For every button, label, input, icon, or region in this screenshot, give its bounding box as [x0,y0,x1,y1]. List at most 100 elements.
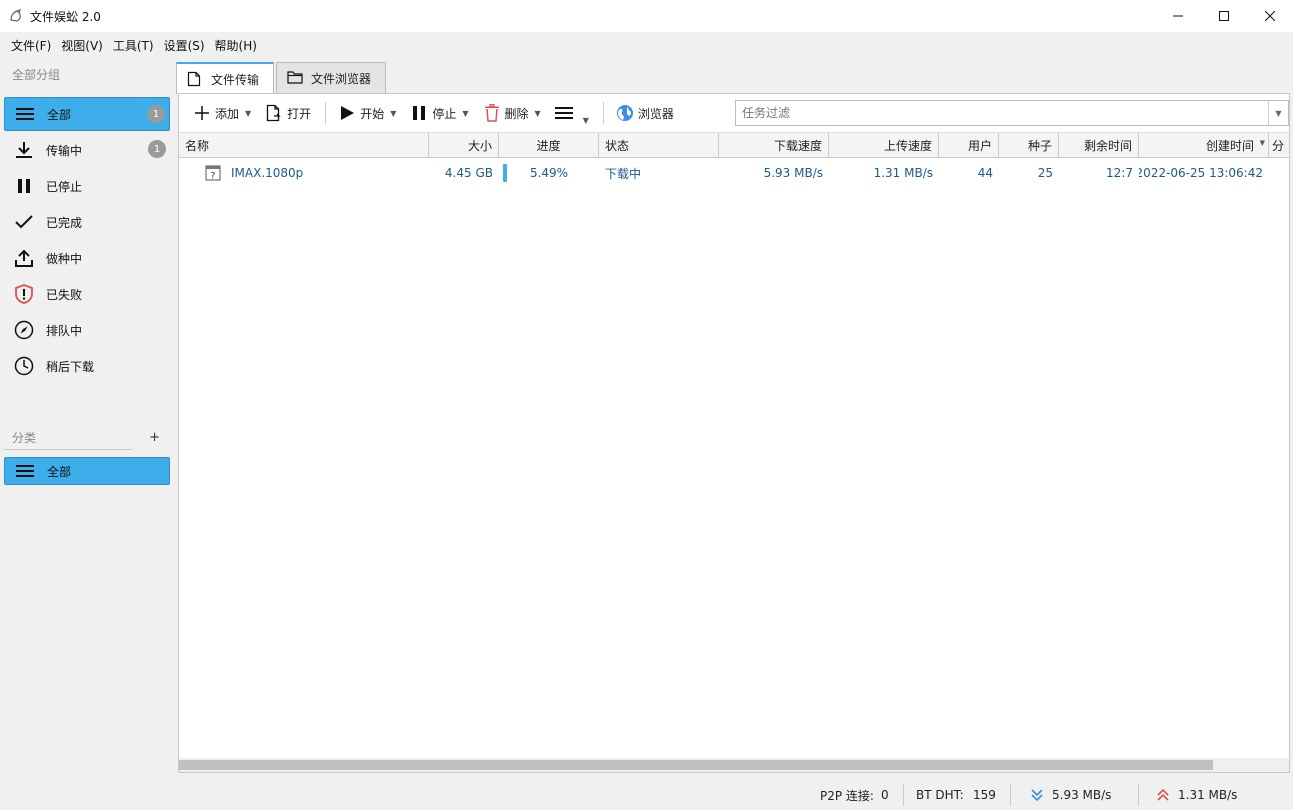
pause-icon [410,104,428,122]
task-filter-input[interactable] [736,106,1268,120]
cell-name: ? IMAX.1080p [199,160,429,186]
chevron-down-icon[interactable]: ▼ [1268,101,1288,125]
app-logo-icon [8,8,24,24]
title-bar: 文件娱蚣 2.0 [0,0,1293,32]
sort-desc-icon: ▼ [1259,139,1265,147]
cell-status: 下载中 [605,166,642,181]
list-icon [15,104,35,124]
cell-seeds: 25 [1037,166,1053,180]
compass-icon [14,320,34,340]
sidebar-item-label: 排队中 [46,323,83,338]
globe-icon [616,104,634,122]
tab-bar: 文件传输 文件浏览器 [176,62,388,94]
toolbar: 添加 ▼ 打开 开始 ▼ 停止 ▼ 删除 ▼ ▼ 浏览器 任务过滤 ▼ [179,94,1289,132]
download-icon [14,140,34,160]
chevron-down-icon[interactable]: ▼ [390,109,396,118]
column-header-seeds[interactable]: 种子 [999,133,1059,158]
horizontal-scrollbar[interactable] [179,758,1289,772]
upload-speed: 1.31 MB/s [1178,788,1238,802]
download-speed-icon [1030,780,1044,810]
add-label: 添加 [215,106,240,121]
trash-icon [483,104,501,122]
tab-label: 文件浏览器 [311,71,372,86]
check-icon [14,212,34,232]
stop-label: 停止 [432,106,457,121]
column-header-users[interactable]: 用户 [939,133,999,158]
count-badge: 1 [147,105,165,123]
menu-file[interactable]: 文件(F) [6,37,56,54]
sidebar-item-failed[interactable]: 已失败 [4,277,170,311]
pause-icon [14,176,34,196]
menu-tools[interactable]: 工具(T) [108,37,159,54]
column-header-name[interactable]: 名称 [179,133,429,158]
tab-label: 文件传输 [211,72,260,87]
plus-icon [193,104,211,122]
open-file-icon [265,104,283,122]
sidebar-item-later[interactable]: 稍后下载 [4,349,170,383]
folder-icon [287,70,303,86]
menu-help[interactable]: 帮助(H) [210,37,262,54]
stop-button[interactable]: 停止 ▼ [406,99,472,127]
column-header-created[interactable]: 创建时间 ▼ [1139,133,1269,158]
chevron-down-icon[interactable]: ▼ [245,109,251,118]
upload-icon [14,248,34,268]
chevron-down-icon[interactable]: ▼ [535,109,541,118]
close-button[interactable] [1247,0,1293,32]
cell-down-speed: 5.93 MB/s [763,166,823,180]
add-category-button[interactable]: + [149,430,160,445]
column-header-remaining[interactable]: 剩余时间 [1059,133,1139,158]
browser-button[interactable]: 浏览器 [612,99,678,127]
tab-file-transfer[interactable]: 文件传输 [176,62,275,94]
chevron-down-icon[interactable]: ▼ [462,109,468,118]
menu-view[interactable]: 视图(V) [56,37,108,54]
more-menu-button[interactable]: ▼ [551,99,593,127]
sidebar-item-all[interactable]: 全部 1 [4,97,170,131]
sidebar-item-seeding[interactable]: 做种中 [4,241,170,275]
category-item-all[interactable]: 全部 [4,457,170,485]
sidebar-item-completed[interactable]: 已完成 [4,205,170,239]
menu-bar: 文件(F) 视图(V) 工具(T) 设置(S) 帮助(H) [0,32,1293,58]
dht-value: 159 [973,788,996,802]
cell-created: 2022-06-25 13:06:42 [1139,166,1263,180]
tab-file-browser[interactable]: 文件浏览器 [276,62,387,93]
sidebar-item-queued[interactable]: 排队中 [4,313,170,347]
group-header: 全部分组 [12,67,61,82]
sidebar: 全部分组 全部 1 传输中 1 已停止 已完成 做种中 已失败 排队中 稍后下载… [0,58,176,780]
chevron-down-icon[interactable]: ▼ [583,116,589,125]
start-button[interactable]: 开始 ▼ [334,99,400,127]
menu-settings[interactable]: 设置(S) [159,37,210,54]
column-header-size[interactable]: 大小 [429,133,499,158]
column-header-category[interactable]: 分 [1269,133,1289,158]
sidebar-item-label: 稍后下载 [46,359,95,374]
sidebar-item-transferring[interactable]: 传输中 1 [4,133,170,167]
svg-text:?: ? [211,172,216,182]
column-header-status[interactable]: 状态 [599,133,719,158]
minimize-button[interactable] [1155,0,1201,32]
cell-users: 44 [977,166,993,180]
sidebar-item-label: 传输中 [46,143,83,158]
sidebar-item-label: 做种中 [46,251,83,266]
maximize-button[interactable] [1201,0,1247,32]
sidebar-item-label: 已停止 [46,179,83,194]
open-button[interactable]: 打开 [261,99,315,127]
sidebar-item-label: 全部 [47,107,72,122]
sidebar-item-label: 已失败 [46,287,83,302]
column-header-up-speed[interactable]: 上传速度 [829,133,939,158]
task-filter: ▼ [735,100,1289,126]
delete-button[interactable]: 删除 ▼ [479,99,545,127]
upload-speed-icon [1156,780,1170,810]
sidebar-item-stopped[interactable]: 已停止 [4,169,170,203]
column-header-progress[interactable]: 进度 [499,133,599,158]
delete-label: 删除 [504,106,529,121]
column-header-down-speed[interactable]: 下载速度 [719,133,829,158]
scrollbar-thumb[interactable] [179,760,1213,770]
table-row[interactable]: ? IMAX.1080p 4.45 GB 5.49% 下载中 5.93 MB/s… [179,160,1289,186]
p2p-value: 0 [881,788,889,802]
task-name: IMAX.1080p [231,166,304,180]
hamburger-icon [554,104,573,122]
sidebar-item-label: 已完成 [46,215,83,230]
cell-remaining: 12:7 [1106,166,1133,180]
unknown-file-icon: ? [205,165,221,181]
category-header-label: 分类 [12,430,37,445]
add-button[interactable]: 添加 ▼ [189,99,255,127]
